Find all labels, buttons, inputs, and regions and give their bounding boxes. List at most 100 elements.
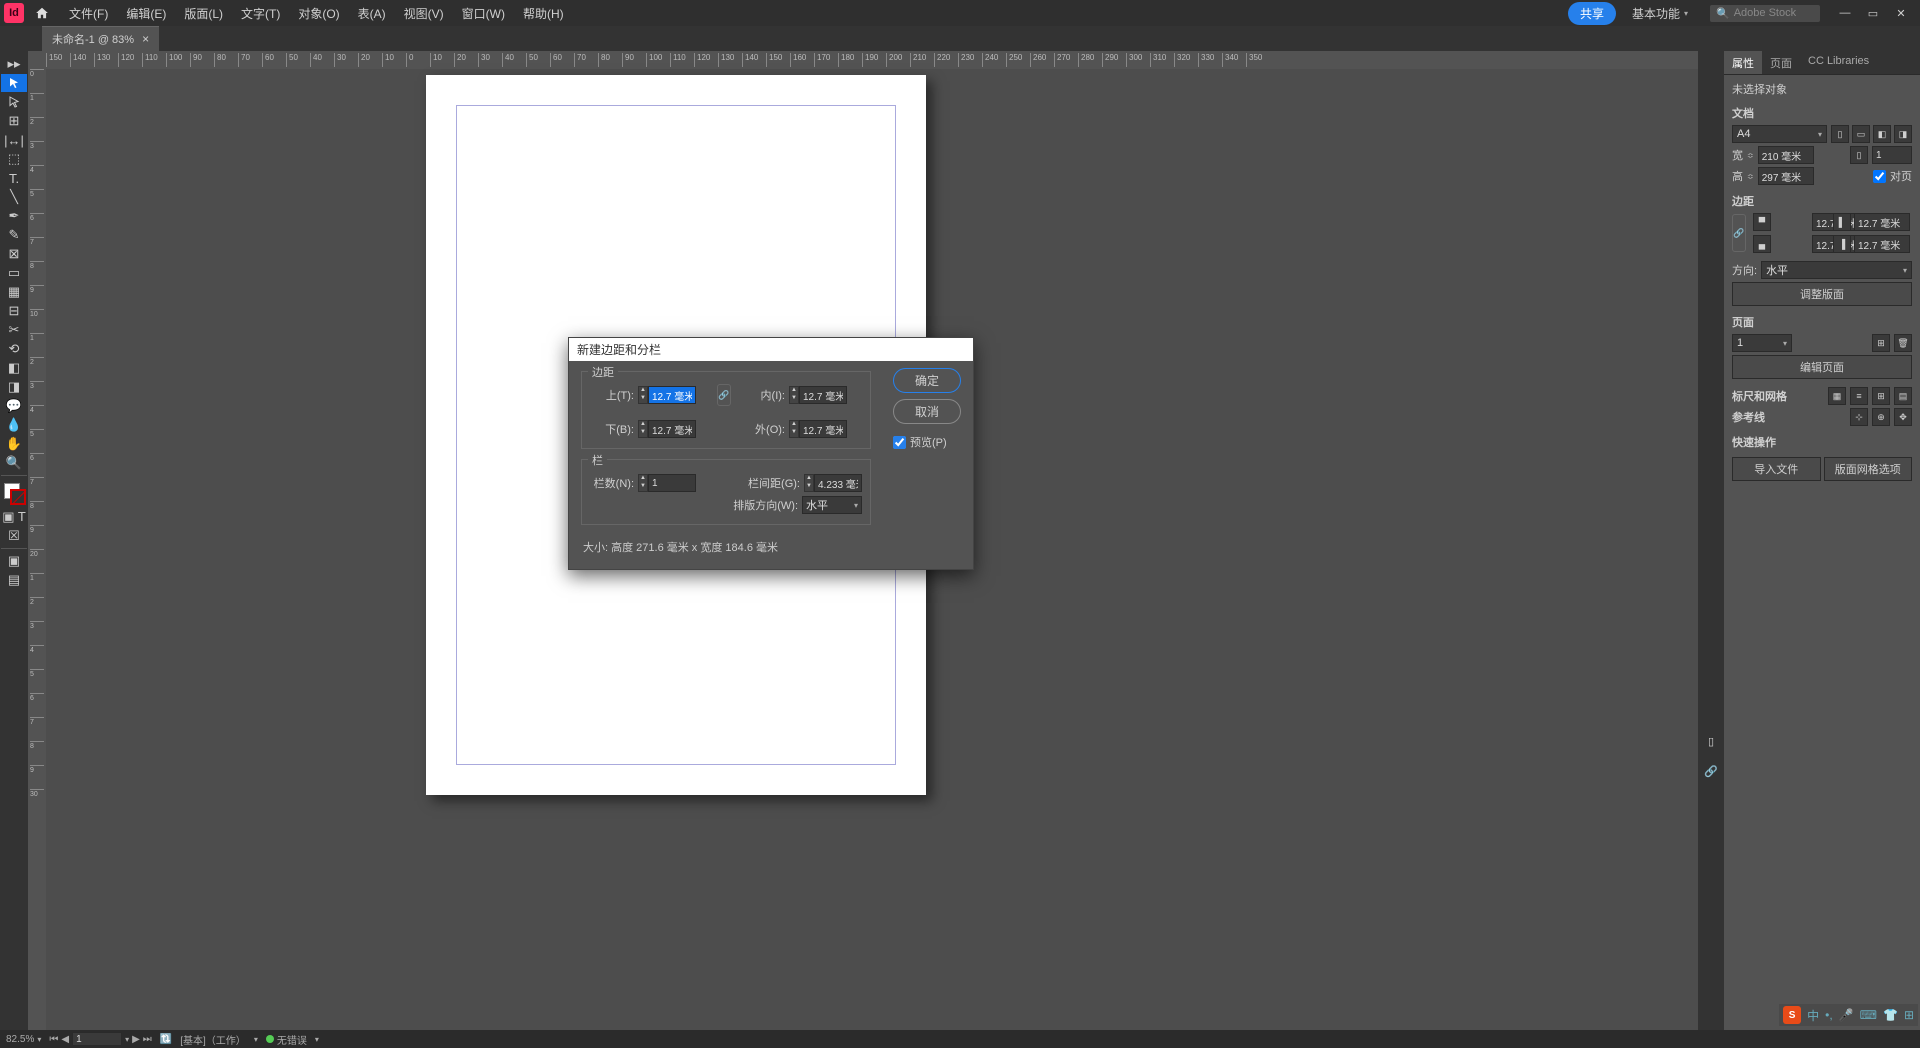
hand-tool-icon[interactable]: ✋ [1, 435, 27, 453]
zoom-level[interactable]: 82.5% ▾ [6, 1034, 41, 1045]
selection-tool-icon[interactable] [1, 74, 27, 92]
content-collector-tool-icon[interactable]: ⬚ [1, 150, 27, 168]
adobe-stock-search[interactable]: 🔍 Adobe Stock [1710, 5, 1820, 22]
gradient-swatch-tool-icon[interactable]: ◧ [1, 359, 27, 377]
tray-skin-icon[interactable]: 👕 [1883, 1008, 1898, 1022]
width-input[interactable] [1758, 146, 1814, 164]
import-file-button[interactable]: 导入文件 [1732, 457, 1821, 481]
tray-mic-icon[interactable]: 🎤 [1839, 1008, 1854, 1022]
panel-margin-outside-input[interactable] [1854, 235, 1910, 253]
menu-file[interactable]: 文件(F) [66, 3, 111, 24]
pages-icon[interactable]: ▯ [1850, 146, 1868, 164]
type-tool-icon[interactable]: T. [1, 169, 27, 187]
current-page-select[interactable]: 1▾ [1732, 334, 1792, 352]
tab-cc-libraries[interactable]: CC Libraries [1800, 51, 1877, 74]
guides-icon-2[interactable]: ⊕ [1872, 408, 1890, 426]
tray-app-icon[interactable]: S [1783, 1006, 1801, 1024]
grid-icon-3[interactable]: ⊞ [1872, 387, 1890, 405]
margin-outside-input[interactable]: ▲▼ [789, 420, 847, 438]
margin-top-input[interactable]: ▲▼ [638, 386, 696, 404]
cancel-button[interactable]: 取消 [893, 399, 961, 424]
menu-layout[interactable]: 版面(L) [181, 3, 226, 24]
tab-pages[interactable]: 页面 [1762, 51, 1800, 74]
basic-working[interactable]: [基本]（工作） [180, 1032, 246, 1047]
add-page-icon[interactable]: ⊞ [1872, 334, 1890, 352]
workspace-selector[interactable]: 基本功能▾ [1632, 5, 1688, 22]
page-nav[interactable]: ⏮◀ ▾ ▶⏭ [49, 1032, 151, 1046]
edit-page-button[interactable]: 编辑页面 [1732, 355, 1912, 379]
tab-properties[interactable]: 属性 [1724, 51, 1762, 74]
orientation-select[interactable]: 水平▾ [1761, 261, 1912, 279]
panel-link-margins-icon[interactable]: 🔗 [1732, 214, 1746, 252]
grid-icon-1[interactable]: ▦ [1828, 387, 1846, 405]
vertical-grid-tool-icon[interactable]: ⊟ [1, 302, 27, 320]
preview-checkbox[interactable]: 预览(P) [893, 434, 961, 450]
document-tab[interactable]: 未命名-1 @ 83% × [42, 26, 159, 51]
dock-page-icon[interactable]: ▯ [1701, 731, 1721, 751]
view-mode-preview-icon[interactable]: ▤ [1, 571, 27, 589]
orientation-landscape-icon[interactable]: ▭ [1852, 125, 1870, 143]
binding-left-icon[interactable]: ◧ [1873, 125, 1891, 143]
height-input[interactable] [1758, 167, 1814, 185]
rectangle-tool-icon[interactable]: ▭ [1, 264, 27, 282]
apply-none-icon[interactable]: ☒ [1, 527, 27, 545]
tray-punct-icon[interactable]: •, [1825, 1008, 1833, 1022]
note-tool-icon[interactable]: 💬 [1, 397, 27, 415]
close-tab-icon[interactable]: × [142, 32, 149, 46]
orientation-portrait-icon[interactable]: ▯ [1831, 125, 1849, 143]
app-logo-icon[interactable]: Id [4, 3, 24, 23]
menu-window[interactable]: 窗口(W) [459, 3, 508, 24]
collapse-toolbar-icon[interactable]: ▸▸ [1, 55, 27, 73]
page-preset-select[interactable]: A4▾ [1732, 125, 1827, 143]
guides-icon-3[interactable]: ✥ [1894, 408, 1912, 426]
menu-view[interactable]: 视图(V) [401, 3, 447, 24]
columns-input[interactable]: ▲▼ [638, 474, 696, 492]
preflight-status[interactable]: 无错误 [266, 1032, 307, 1047]
format-container-icon[interactable]: ▣ T [1, 508, 27, 526]
menu-type[interactable]: 文字(T) [238, 3, 283, 24]
horizontal-grid-tool-icon[interactable]: ▦ [1, 283, 27, 301]
fill-stroke-swatch[interactable] [4, 483, 24, 507]
maximize-button[interactable]: ▭ [1866, 6, 1880, 20]
grid-icon-2[interactable]: ≡ [1850, 387, 1868, 405]
gradient-feather-tool-icon[interactable]: ◨ [1, 378, 27, 396]
page-input[interactable] [72, 1032, 122, 1046]
dialog-title[interactable]: 新建边距和分栏 [569, 338, 973, 361]
margin-inside-input[interactable]: ▲▼ [789, 386, 847, 404]
tray-toolbox-icon[interactable]: ⊞ [1904, 1008, 1914, 1022]
ruler-corner[interactable] [28, 51, 46, 69]
eyedropper-tool-icon[interactable]: 💧 [1, 416, 27, 434]
margin-bottom-input[interactable]: ▲▼ [638, 420, 696, 438]
page-tool-icon[interactable]: ⊞ [1, 112, 27, 130]
facing-pages-checkbox[interactable] [1873, 170, 1886, 183]
adjust-layout-button[interactable]: 调整版面 [1732, 282, 1912, 306]
canvas-area[interactable]: 1501401301201101009080706050403020100102… [28, 51, 1698, 1030]
dock-link-icon[interactable]: 🔗 [1701, 761, 1721, 781]
gutter-input[interactable]: ▲▼ [804, 474, 862, 492]
open-panel-icon[interactable]: 🔃 [160, 1034, 172, 1045]
vertical-ruler[interactable]: 0123456789101234567892012345678930 [28, 69, 46, 1030]
close-button[interactable]: ✕ [1894, 6, 1908, 20]
gap-tool-icon[interactable]: |↔| [1, 131, 27, 149]
tray-ime-icon[interactable]: 中 [1807, 1007, 1819, 1024]
menu-edit[interactable]: 编辑(E) [123, 3, 169, 24]
minimize-button[interactable]: — [1838, 6, 1852, 20]
share-button[interactable]: 共享 [1568, 2, 1616, 25]
writing-direction-select[interactable]: 水平▾ [802, 496, 862, 514]
guides-icon-1[interactable]: ⊹ [1850, 408, 1868, 426]
direct-selection-tool-icon[interactable] [1, 93, 27, 111]
pen-tool-icon[interactable]: ✒ [1, 207, 27, 225]
scissors-tool-icon[interactable]: ✂ [1, 321, 27, 339]
layout-options-button[interactable]: 版面网格选项 [1824, 457, 1913, 481]
line-tool-icon[interactable]: ╲ [1, 188, 27, 206]
link-margins-icon[interactable]: 🔗 [717, 384, 731, 406]
page-count-input[interactable] [1872, 146, 1912, 164]
delete-page-icon[interactable]: 🗑 [1894, 334, 1912, 352]
home-icon[interactable] [30, 1, 54, 25]
zoom-tool-icon[interactable]: 🔍 [1, 454, 27, 472]
horizontal-ruler[interactable]: 1501401301201101009080706050403020100102… [46, 51, 1698, 69]
ok-button[interactable]: 确定 [893, 368, 961, 393]
menu-object[interactable]: 对象(O) [295, 3, 342, 24]
binding-right-icon[interactable]: ◨ [1894, 125, 1912, 143]
menu-help[interactable]: 帮助(H) [520, 3, 567, 24]
